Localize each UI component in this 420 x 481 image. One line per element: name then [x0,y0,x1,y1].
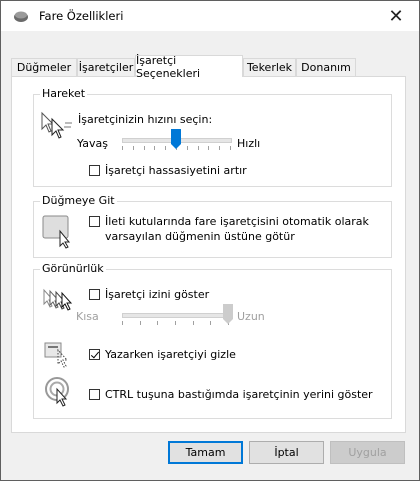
slider-tick [144,146,145,150]
tab-label: Donanım [301,61,351,74]
tab-label: İşaretçiler [78,61,134,74]
speed-slider-thumb[interactable] [171,129,181,149]
pointer-trails-icon [42,288,78,315]
hide-while-typing-checkbox[interactable] [89,349,100,360]
slider-tick [230,146,231,150]
ok-label: Tamam [185,446,226,459]
cancel-label: İptal [274,446,299,459]
slider-tick [210,321,211,325]
motion-group: Hareket İşaretçinizin hızını seçin: Yava… [33,87,392,187]
slider-tick [193,321,194,325]
tab-label: Düğmeler [16,61,72,74]
slider-tick [198,146,199,150]
slider-tick [122,146,123,150]
slider-tick [175,321,176,325]
speed-label: İşaretçinizin hızını seçin: [78,113,213,126]
slider-tick [157,321,158,325]
ctrl-locate-label: CTRL tuşuna bastığımda işaretçinin yerin… [105,388,373,401]
mouse-properties-dialog: Fare Özellikleri ✕ Düğmeler İşaretçiler … [0,0,420,481]
cancel-button[interactable]: İptal [249,441,324,464]
pointer-trails-checkbox[interactable] [89,289,100,300]
mouse-icon [13,9,29,23]
short-label: Kısa [76,310,99,323]
apply-label: Uygula [348,446,387,459]
group-title: Görünürlük [40,262,106,275]
precision-label: İşaretçi hassasiyetini artır [105,164,247,177]
tab-panel: Hareket İşaretçinizin hızını seçin: Yava… [11,76,406,433]
slow-label: Yavaş [77,137,108,150]
group-title: Düğmeye Git [40,194,117,207]
pointer-trails-label: İşaretçi izini göster [105,288,210,301]
slider-tick [154,146,155,150]
precision-checkbox[interactable] [89,165,100,176]
group-title: Hareket [40,87,88,100]
snap-to-checkbox[interactable] [89,216,100,227]
snap-to-group: Düğmeye Git İleti kutularında fare işare… [33,194,392,258]
slider-tick [140,321,141,325]
tab-pointers[interactable]: İşaretçiler [77,58,135,76]
snap-to-icon [42,215,76,252]
tab-pointer-options[interactable]: İşaretçi Seçenekleri [135,53,243,80]
snap-to-label-line2: varsayılan düğmenin üstüne götür [105,230,295,243]
tab-label: Tekerlek [246,61,293,74]
close-icon: ✕ [388,5,404,27]
trails-slider-thumb[interactable] [223,304,233,324]
ctrl-locate-icon [44,376,78,411]
apply-button[interactable]: Uygula [330,441,405,464]
snap-to-label-line1: İleti kutularında fare işaretçisini otom… [105,215,369,228]
tab-buttons[interactable]: Düğmeler [11,58,77,76]
slider-tick [133,146,134,150]
pointer-speed-icon [38,109,74,142]
slider-tick [219,146,220,150]
slider-tick [165,146,166,150]
title-bar: Fare Özellikleri ✕ [1,1,419,31]
fast-label: Hızlı [237,137,261,150]
long-label: Uzun [237,310,265,323]
ok-button[interactable]: Tamam [168,441,243,464]
tab-label: İşaretçi Seçenekleri [136,53,201,80]
hide-while-typing-icon [44,340,76,371]
slider-tick [208,146,209,150]
visibility-group: Görünürlük İşaretçi izini göster Kısa Uz… [33,262,392,419]
slider-tick [187,146,188,150]
hide-while-typing-label: Yazarken işaretçiyi gizle [105,348,236,361]
tab-hardware[interactable]: Donanım [296,58,356,76]
tab-wheel[interactable]: Tekerlek [243,58,296,76]
slider-tick [122,321,123,325]
close-button[interactable]: ✕ [373,1,419,31]
trails-slider-track[interactable] [122,313,230,318]
window-title: Fare Özellikleri [39,9,124,23]
ctrl-locate-checkbox[interactable] [89,389,100,400]
